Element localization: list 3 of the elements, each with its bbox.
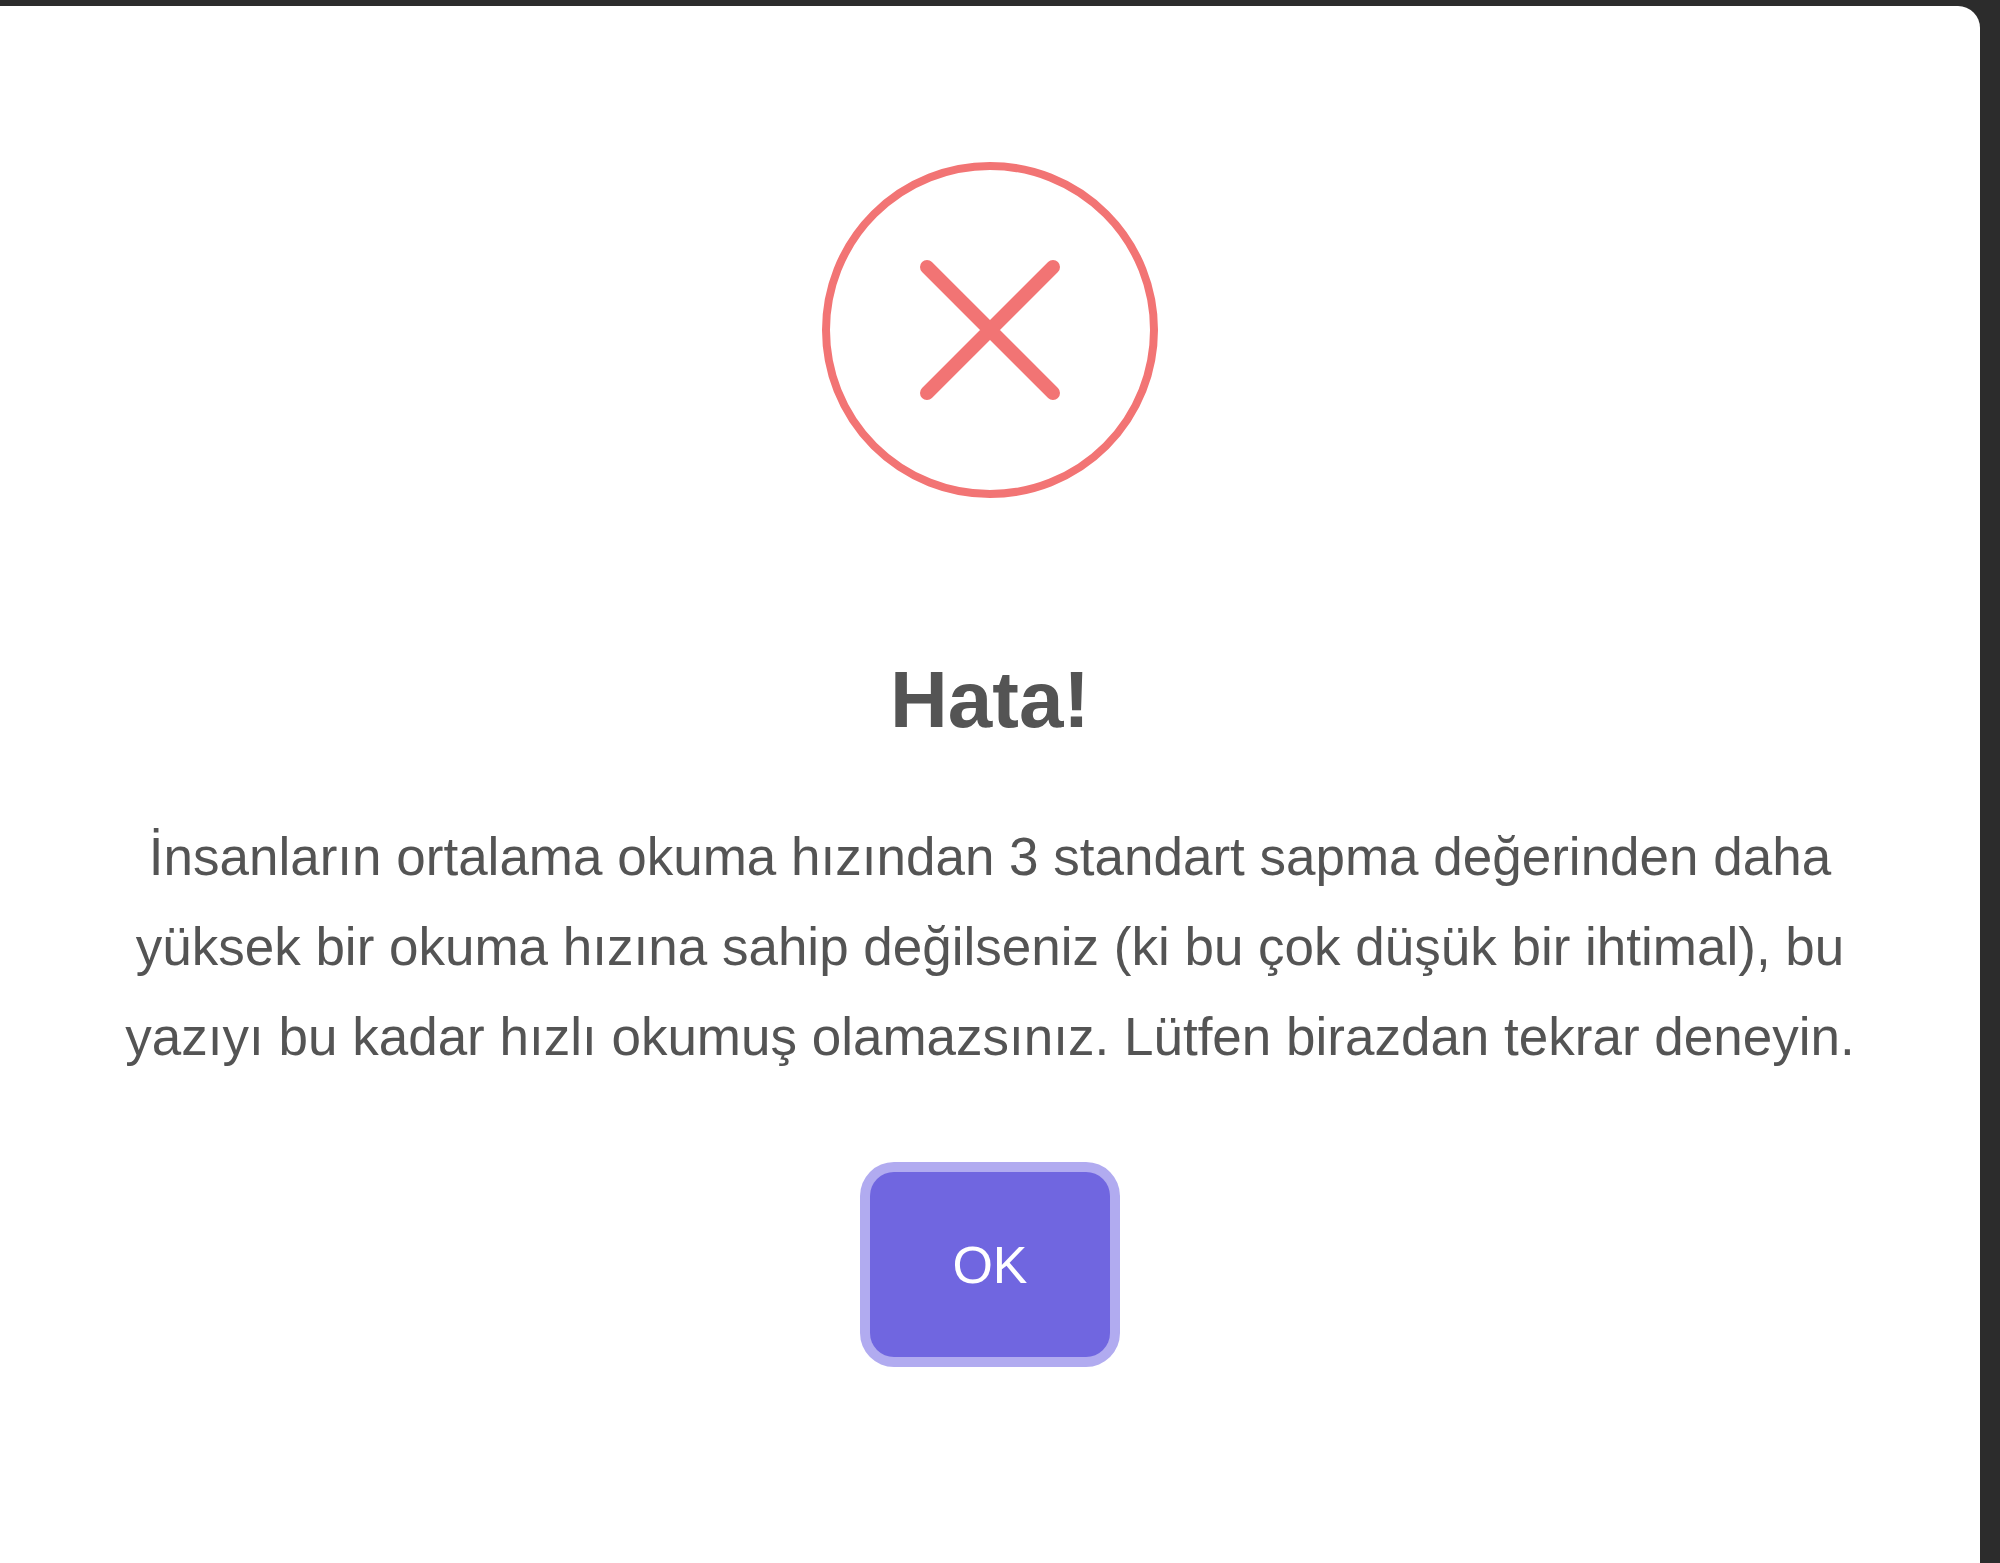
dialog-message: İnsanların ortalama okuma hızından 3 standart sapma değerinden daha yüksek bir okuma hızına sahip değilseniz (ki bu çok düşük bir ihtimal), bu yazıyı bu kadar hızlı okumuş olamazsınız. Lütfen birazdan tekrar deneyin.: [124, 826, 1856, 1068]
error-icon: [820, 160, 1160, 500]
dialog-title: Hata!: [889, 660, 1090, 740]
